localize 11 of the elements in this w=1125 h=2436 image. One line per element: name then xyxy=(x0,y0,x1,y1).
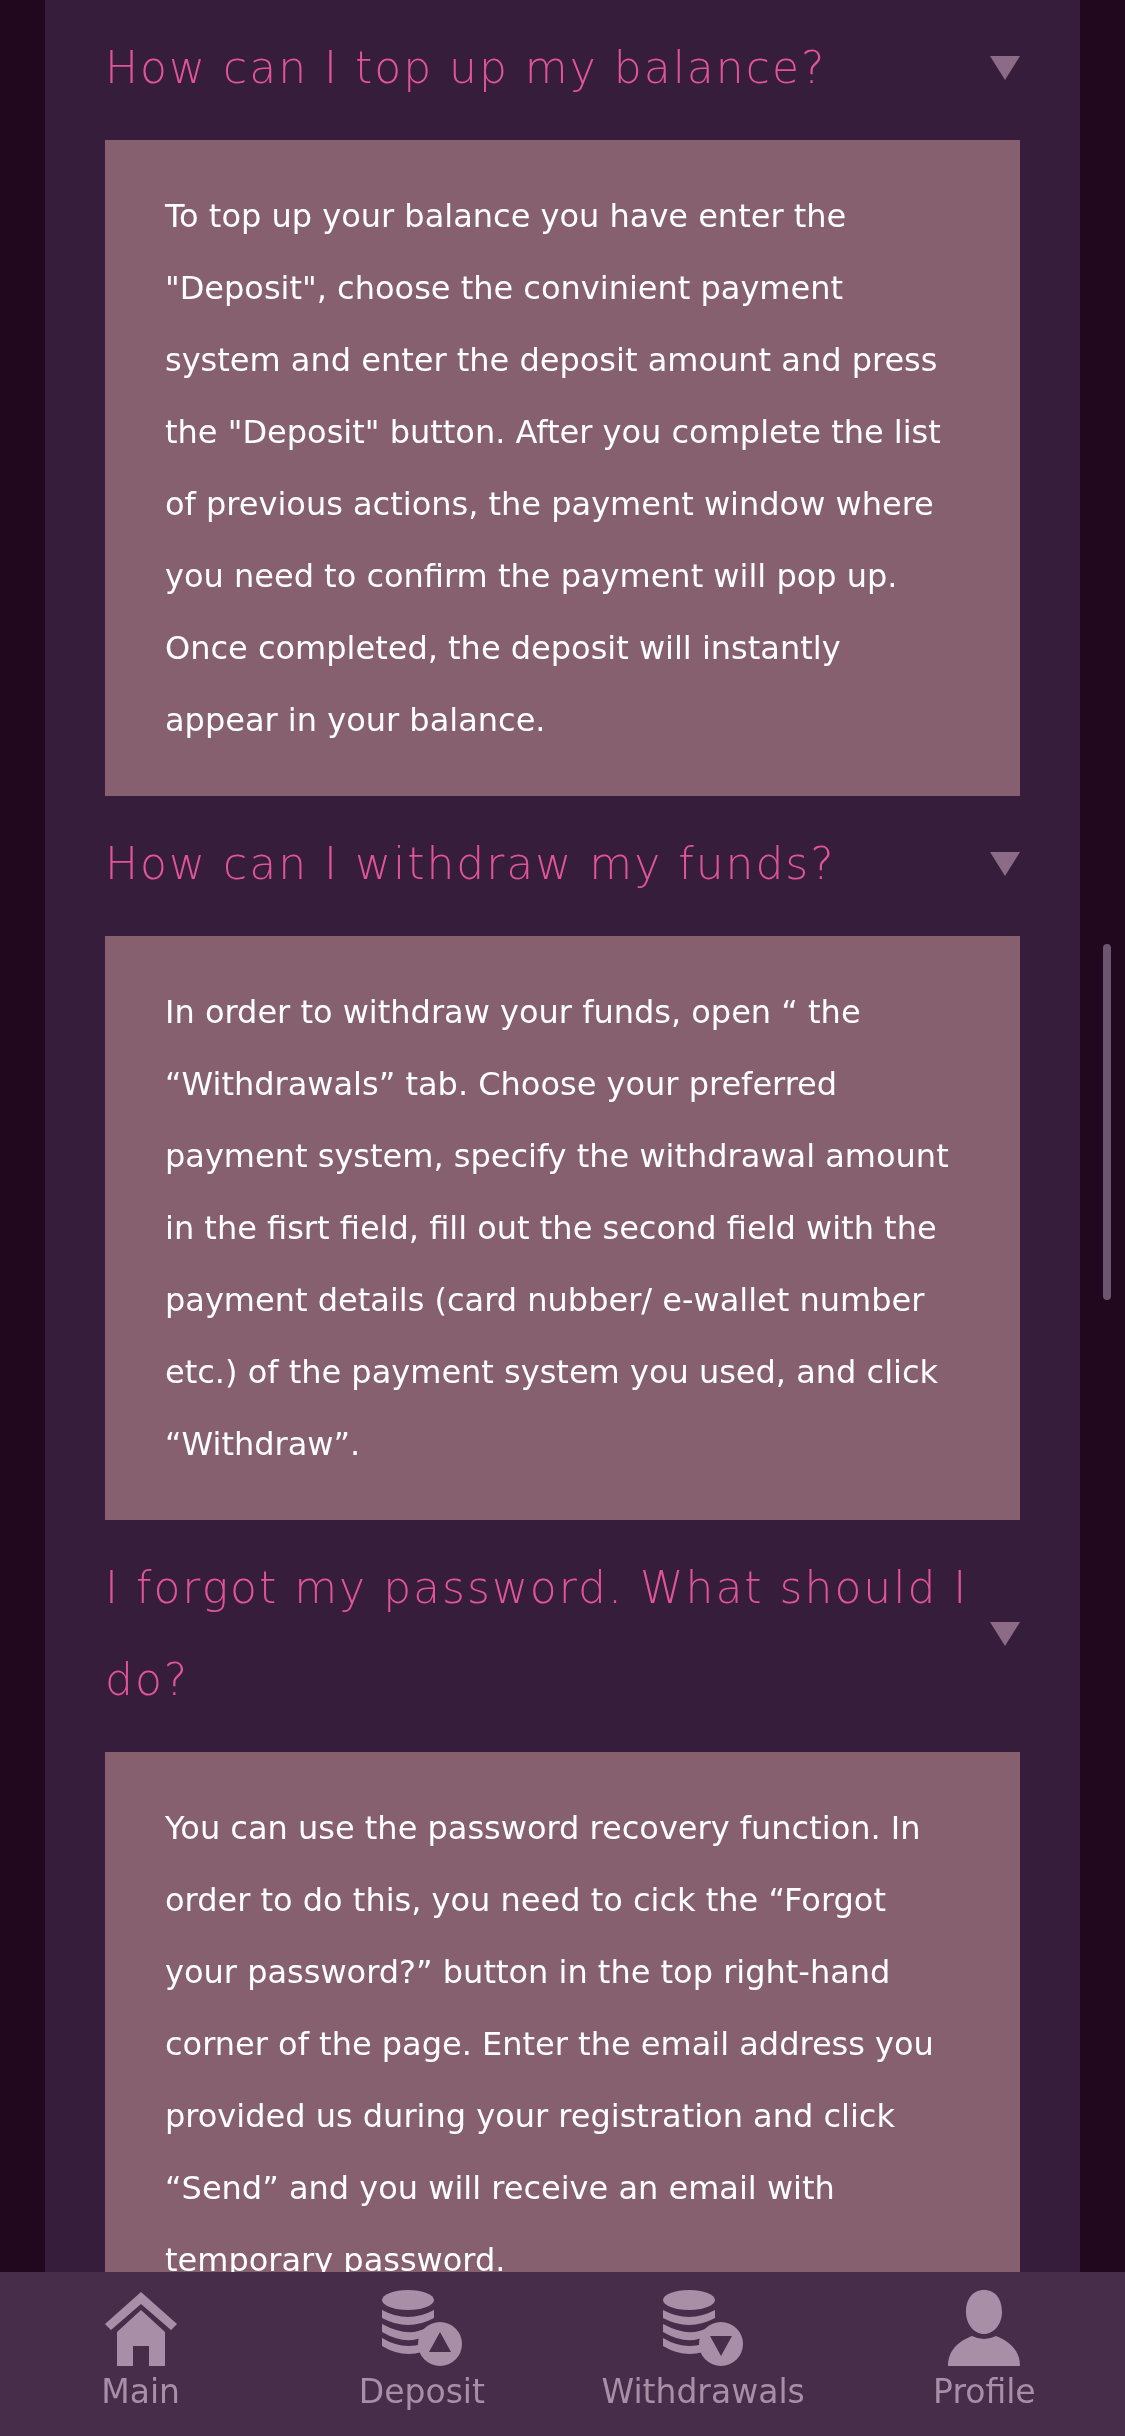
scrollbar[interactable] xyxy=(1103,944,1111,1300)
coins-down-icon xyxy=(661,2288,746,2368)
caret-icon[interactable] xyxy=(990,1622,1020,1646)
caret-icon[interactable] xyxy=(990,56,1020,80)
coins-up-icon xyxy=(379,2288,464,2368)
faq-question[interactable]: How can I top up my balance? xyxy=(105,22,970,114)
faq-answer: To top up your balance you have enter the "Deposit", choose the convinient payment system and enter the deposit amount and press the "Deposit" button. After you complete the list of previous actions, the payment window where you need to confirm the payment will pop up. Once completed, the deposit will instantly appear in your balance. xyxy=(105,140,1020,796)
faq-answer: In order to withdraw your funds, open “ the “Withdrawals” tab. Choose your preferred payment system, specify the withdrawal amount in the fisrt field, fill out the second field with the payment details (card nubber/ e-wallet number etc.) of the payment system you used, and click “Withdraw”. xyxy=(105,936,1020,1520)
faq-question[interactable]: How can I withdraw my funds? xyxy=(105,818,970,910)
caret-icon[interactable] xyxy=(990,852,1020,876)
faq-question[interactable]: I forgot my password. What should I do? xyxy=(105,1542,970,1726)
